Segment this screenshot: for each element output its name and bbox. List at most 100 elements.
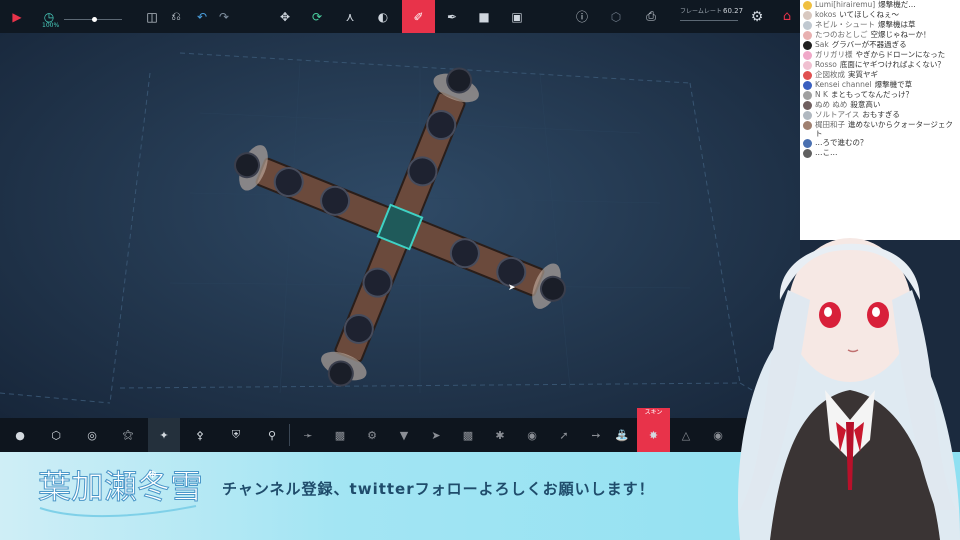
category-blocks-icon[interactable]: ⬡	[40, 418, 72, 452]
chat-body: 梶田和子 進めないからクォータージェクト	[815, 120, 957, 138]
chat-message: Rosso 底面にヤギつければよくない？	[800, 60, 960, 70]
build-tool-icon[interactable]: ✐	[402, 0, 435, 33]
svg-text:❄: ❄	[148, 468, 157, 481]
camera-icon[interactable]: ⎙	[636, 0, 666, 33]
category-flight-icon[interactable]: ⚴	[184, 418, 216, 452]
ticker-text: チャンネル登録、twitterフォローよろしくお願いします！	[222, 480, 655, 498]
move-tool-icon[interactable]: ✥	[270, 0, 300, 33]
chat-avatar-icon	[803, 139, 812, 148]
settings-gear-icon[interactable]: ⚙	[742, 0, 772, 33]
chat-message: kokos いてほしくねぇ～	[800, 10, 960, 20]
block-spike-icon[interactable]: ➛	[292, 418, 324, 452]
speed-slider[interactable]	[64, 17, 122, 22]
chat-message: 梶田和子 進めないからクォータージェクト	[800, 120, 960, 138]
svg-text:葉加瀬冬雪: 葉加瀬冬雪	[38, 467, 201, 506]
chat-text: 爆撃機だ…	[878, 0, 916, 9]
framerate-label: フレームレート	[680, 8, 722, 15]
block-bomb-icon[interactable]: ◉	[516, 418, 548, 452]
cross-machine	[234, 67, 566, 387]
chat-author: ガリガリ様	[815, 50, 853, 59]
category-weapons-icon[interactable]: ✦	[148, 418, 180, 452]
category-armour-icon[interactable]: ⛨	[220, 418, 252, 452]
chat-avatar-icon	[803, 41, 812, 50]
info-icon[interactable]: ⓘ	[567, 0, 597, 33]
chat-author: Rosso	[815, 60, 837, 69]
skin-button[interactable]: ✸	[637, 418, 670, 452]
chat-avatar-icon	[803, 111, 812, 120]
chat-author: ネビル・シュート	[815, 20, 875, 29]
chat-avatar-icon	[803, 11, 812, 20]
cube-icon[interactable]: ⬡	[601, 0, 631, 33]
block-cannon-icon[interactable]: ▩	[324, 418, 356, 452]
chat-avatar-icon	[803, 31, 812, 40]
chat-avatar-icon	[803, 91, 812, 100]
chat-text: 底面にヤギつければよくない？	[839, 60, 945, 69]
chat-body: 企図枚成 実質ヤギ	[815, 70, 878, 80]
rotate-tool-icon[interactable]: ⟳	[302, 0, 332, 33]
chat-message: Sak グラバーが不器過ぎる	[800, 40, 960, 50]
chat-avatar-icon	[803, 51, 812, 60]
wrench-tool-icon[interactable]: ✒	[437, 0, 467, 33]
chat-avatar-icon	[803, 81, 812, 90]
block-rocket-icon[interactable]: ➤	[420, 418, 452, 452]
toggle-tool-icon[interactable]: ◐	[368, 0, 398, 33]
frame-icon[interactable]: ▣	[502, 0, 532, 33]
framerate-value: 60.27	[723, 7, 744, 15]
chat-body: たつのおとしご 空爆じゃねーか！	[815, 30, 931, 40]
category-search-icon[interactable]: ⚲	[256, 418, 288, 452]
chat-body: Rosso 底面にヤギつければよくない？	[815, 60, 945, 70]
chat-body: ぬめ ぬめ 殺意高い	[815, 100, 881, 110]
chat-text: 実質ヤギ	[848, 70, 878, 79]
build-workspace[interactable]: ➤	[0, 33, 800, 418]
chat-body: kokos いてほしくねぇ～	[815, 10, 900, 20]
category-basic-icon[interactable]: ●	[4, 418, 36, 452]
chat-message: Lumi[hirairemu] 爆撃機だ…	[800, 0, 960, 10]
chat-text: まともってなんだっけ？	[830, 90, 914, 99]
category-mechanical-icon[interactable]: ⚝	[112, 418, 144, 452]
chat-text: おもすぎる	[862, 110, 900, 119]
chat-message: ネビル・シュート 爆撃機は草	[800, 20, 960, 30]
chat-message: ガリガリ様 やぎからドローンになった	[800, 50, 960, 60]
chat-text: …こ…	[815, 148, 838, 157]
snap-tool-icon[interactable]: ⋏	[335, 0, 365, 33]
chat-message: 企図枚成 実質ヤギ	[800, 70, 960, 80]
delete-icon[interactable]: ■	[469, 0, 499, 33]
block-flamethrower-icon[interactable]: ➚	[548, 418, 580, 452]
play-icon[interactable]: ▶	[2, 0, 32, 33]
channel-logo: 葉加瀬冬雪 ❄	[38, 467, 201, 518]
chat-author: Lumi[hirairemu]	[815, 0, 876, 9]
chat-text: 爆撃機は草	[878, 20, 916, 29]
chat-author: たつのおとしご	[815, 30, 868, 39]
block-water-cannon-icon[interactable]: ⛲	[606, 418, 638, 452]
chat-avatar-icon	[803, 61, 812, 70]
block-grenade-icon[interactable]: △	[670, 418, 702, 452]
block-drill-icon[interactable]: ▼	[388, 418, 420, 452]
chat-body: Lumi[hirairemu] 爆撃機だ…	[815, 0, 916, 10]
chat-message: ぬめ ぬめ 殺意高い	[800, 100, 960, 110]
chat-author: ぬめ ぬめ	[815, 100, 848, 109]
block-crossbow-icon[interactable]: ✱	[484, 418, 516, 452]
chat-text: いてほしくねぇ～	[839, 10, 900, 19]
machine-canvas: ➤	[0, 52, 800, 418]
speed-slider-handle[interactable]	[92, 17, 97, 22]
chat-text: …ろで進むの？	[815, 138, 868, 147]
chat-author: N K	[815, 90, 828, 99]
chat-message: たつのおとしご 空爆じゃねーか！	[800, 30, 960, 40]
top-toolbar: ▶ ◷ 100% ◫ ⎌ ↶ ↷ ✥ ⟳ ⋏ ◐ ✐ ✒ ■ ▣ ⓘ ⬡ ⎙ フ…	[0, 0, 800, 33]
chat-text: やぎからドローンになった	[855, 50, 946, 59]
chat-body: ガリガリ様 やぎからドローンになった	[815, 50, 946, 60]
mouse-cursor-icon: ➤	[508, 283, 516, 293]
redo-icon[interactable]: ↷	[209, 0, 239, 33]
chat-author: kokos	[815, 10, 837, 19]
chat-author: Sak	[815, 40, 829, 49]
chat-avatar-icon	[803, 149, 812, 158]
block-gear-icon[interactable]: ⚙	[356, 418, 388, 452]
chat-avatar-icon	[803, 121, 812, 130]
chat-body: Sak グラバーが不器過ぎる	[815, 40, 907, 50]
chat-message: …ろで進むの？	[800, 138, 960, 148]
chat-body: ネビル・シュート 爆撃機は草	[815, 20, 916, 30]
home-icon[interactable]: ⌂	[772, 0, 802, 33]
chat-text: 殺意高い	[850, 100, 881, 109]
block-barrel-icon[interactable]: ▩	[452, 418, 484, 452]
category-wheels-icon[interactable]: ◎	[76, 418, 108, 452]
